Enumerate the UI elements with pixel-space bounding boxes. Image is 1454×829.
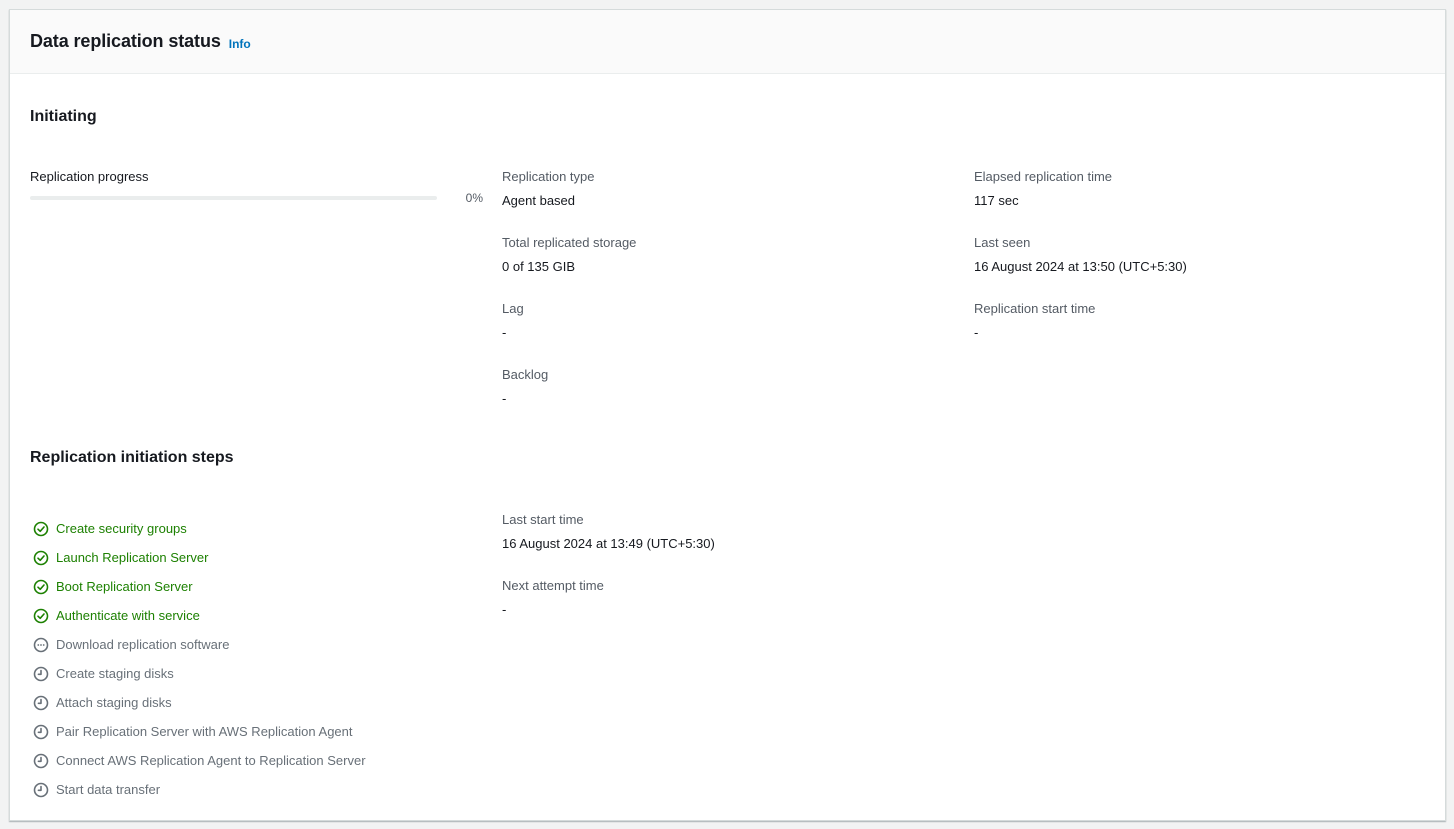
ellipsis-circle-icon	[33, 637, 49, 653]
panel-title: Data replication status	[30, 31, 221, 51]
replication-step-label: Pair Replication Server with AWS Replica…	[56, 724, 353, 739]
replication-step: Pair Replication Server with AWS Replica…	[30, 717, 366, 746]
replication-start-time-value: -	[974, 325, 979, 340]
replication-step-label: Boot Replication Server	[56, 579, 193, 594]
replication-start-time-label: Replication start time	[974, 301, 1096, 316]
backlog-field: Backlog -	[502, 367, 922, 407]
replication-step: Connect AWS Replication Agent to Replica…	[30, 746, 366, 775]
check-circle-icon	[33, 608, 49, 624]
lag-value: -	[502, 325, 507, 340]
last-start-time-field: Last start time 16 August 2024 at 13:49 …	[502, 512, 922, 552]
replication-start-time-field: Replication start time -	[974, 301, 1394, 341]
replication-step-label: Authenticate with service	[56, 608, 200, 623]
replication-step: Authenticate with service	[30, 601, 366, 630]
replication-step: Attach staging disks	[30, 688, 366, 717]
replication-initiation-steps-heading: Replication initiation steps	[30, 449, 234, 466]
clock-icon	[33, 666, 49, 682]
panel-header: Data replication status Info	[10, 10, 1445, 74]
elapsed-replication-time-field: Elapsed replication time 117 sec	[974, 169, 1394, 209]
next-attempt-time-field: Next attempt time -	[502, 578, 922, 618]
replication-step-label: Connect AWS Replication Agent to Replica…	[56, 753, 366, 768]
info-link[interactable]: Info	[229, 37, 251, 51]
replication-step-label: Create security groups	[56, 521, 187, 536]
elapsed-replication-time-value: 117 sec	[974, 193, 1019, 208]
lag-label: Lag	[502, 301, 524, 316]
backlog-value: -	[502, 391, 507, 406]
check-circle-icon	[33, 550, 49, 566]
replication-step-label: Attach staging disks	[56, 695, 172, 710]
status-heading: Initiating	[30, 108, 97, 125]
elapsed-replication-time-label: Elapsed replication time	[974, 169, 1113, 184]
replication-progress-bar	[30, 196, 437, 200]
data-replication-status-panel: Data replication status Info Initiating …	[9, 9, 1446, 821]
check-circle-icon	[33, 521, 49, 537]
replication-step-label: Create staging disks	[56, 666, 174, 681]
replication-progress-percent: 0%	[465, 191, 483, 205]
replication-step-label: Launch Replication Server	[56, 550, 209, 565]
replication-type-value: Agent based	[502, 193, 576, 208]
clock-icon	[33, 753, 49, 769]
replication-step: Create staging disks	[30, 659, 366, 688]
replication-step: Boot Replication Server	[30, 572, 366, 601]
check-circle-icon	[33, 579, 49, 595]
backlog-label: Backlog	[502, 367, 549, 382]
clock-icon	[33, 782, 49, 798]
last-seen-field: Last seen 16 August 2024 at 13:50 (UTC+5…	[974, 235, 1394, 275]
replication-step-label: Start data transfer	[56, 782, 161, 797]
last-seen-value: 16 August 2024 at 13:50 (UTC+5:30)	[974, 259, 1187, 274]
replication-type-label: Replication type	[502, 169, 595, 184]
replication-type-field: Replication type Agent based	[502, 169, 922, 209]
total-replicated-storage-field: Total replicated storage 0 of 135 GIB	[502, 235, 922, 275]
last-seen-label: Last seen	[974, 235, 1031, 250]
replication-step-label: Download replication software	[56, 637, 230, 652]
replication-step: Create security groups	[30, 514, 366, 543]
next-attempt-time-value: -	[502, 602, 507, 617]
replication-step: Launch Replication Server	[30, 543, 366, 572]
replication-step: Download replication software	[30, 630, 366, 659]
replication-step: Start data transfer	[30, 775, 366, 804]
clock-icon	[33, 724, 49, 740]
replication-steps-list: Create security groups Launch Replication…	[30, 514, 366, 804]
replication-progress-label: Replication progress	[30, 169, 149, 184]
lag-field: Lag -	[502, 301, 922, 341]
total-replicated-storage-value: 0 of 135 GIB	[502, 259, 575, 274]
last-start-time-value: 16 August 2024 at 13:49 (UTC+5:30)	[502, 536, 715, 551]
next-attempt-time-label: Next attempt time	[502, 578, 604, 593]
total-replicated-storage-label: Total replicated storage	[502, 235, 637, 250]
clock-icon	[33, 695, 49, 711]
last-start-time-label: Last start time	[502, 512, 584, 527]
